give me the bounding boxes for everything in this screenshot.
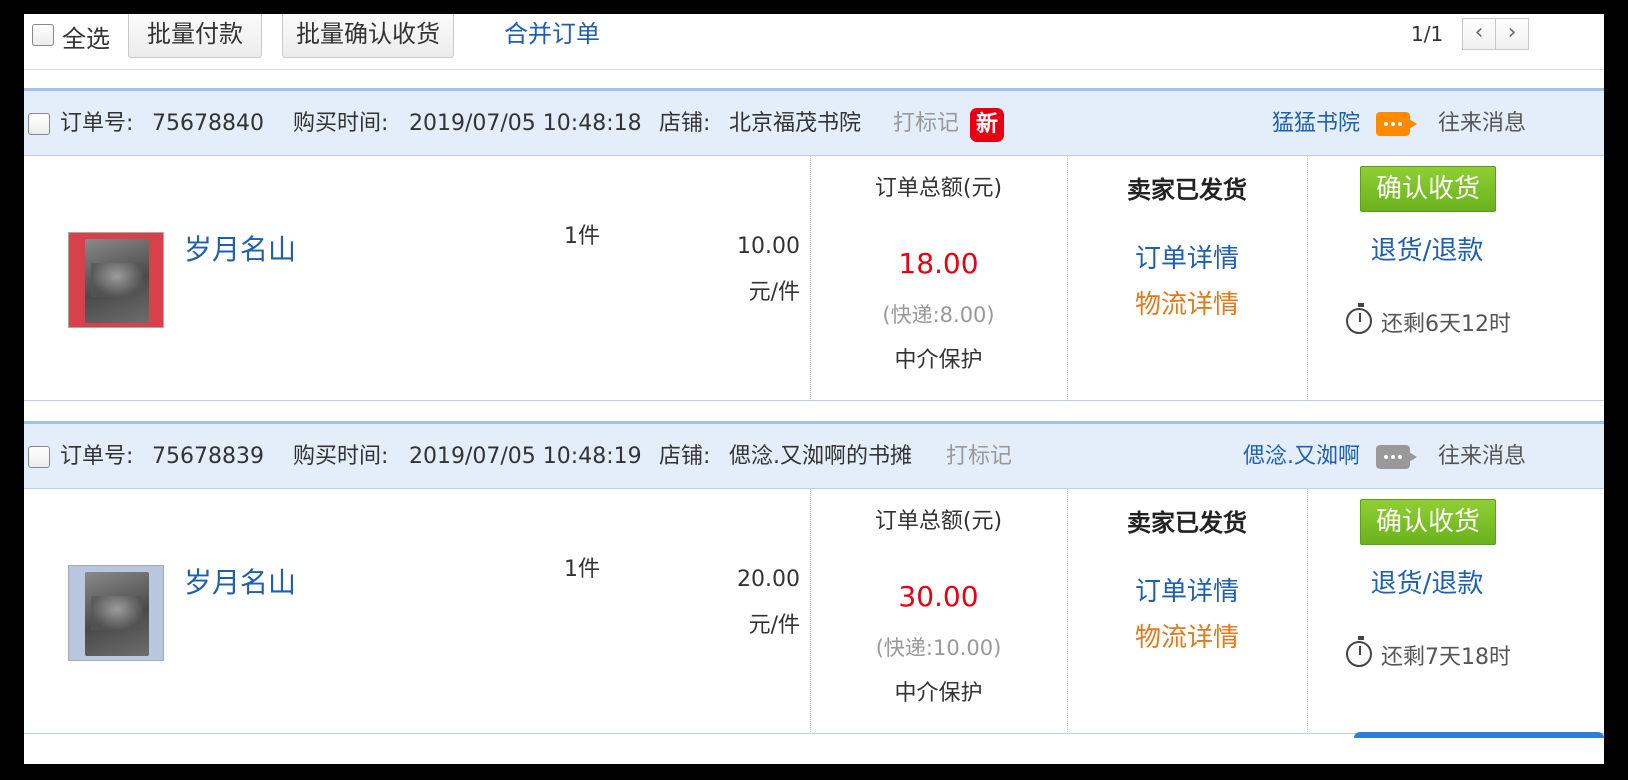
order-detail-link[interactable]: 订单详情 (1067, 242, 1307, 276)
chevron-left-icon: ‹ (1474, 20, 1484, 45)
order-status: 卖家已发货 (1127, 176, 1247, 204)
order-checkbox[interactable] (28, 113, 50, 135)
shipping-fee: (快递:8.00) (882, 303, 995, 327)
select-all-checkbox[interactable] (32, 24, 54, 46)
product-title-link[interactable]: 岁月名山 (184, 565, 296, 601)
order-number-label: 订单号: (60, 444, 134, 469)
timer-icon (1346, 303, 1372, 334)
order-number: 75678839 (152, 444, 264, 469)
quantity: 1件 (564, 224, 600, 249)
shop-name: 偲淰.又洳啊的书摊 (729, 444, 912, 469)
confirm-receipt-button[interactable]: 确认收货 (1360, 499, 1496, 545)
unit-price-suffix: 元/件 (748, 280, 800, 305)
order-checkbox[interactable] (28, 446, 50, 468)
order-status: 卖家已发货 (1127, 509, 1247, 537)
order-detail-link[interactable]: 订单详情 (1067, 575, 1307, 609)
order-total-label: 订单总额(元) (874, 509, 1003, 534)
page-indicator: 1/1 (1411, 22, 1444, 46)
toolbar: 全选 批量付款 批量确认收货 合并订单 1/1 ‹ › (24, 14, 1604, 70)
select-all-label[interactable]: 全选 (62, 22, 110, 56)
shipping-fee: (快递:10.00) (875, 636, 1002, 660)
escrow-protection: 中介保护 (894, 348, 983, 373)
logistics-detail-link[interactable]: 物流详情 (1067, 621, 1307, 655)
refund-link[interactable]: 退货/退款 (1307, 567, 1547, 601)
order-header: 订单号: 75678839 购买时间: 2019/07/05 10:48:19 … (24, 421, 1604, 489)
chevron-right-icon: › (1507, 20, 1517, 45)
product-thumbnail[interactable] (68, 565, 164, 661)
purchase-time: 2019/07/05 10:48:19 (409, 444, 642, 469)
order-total-column: 订单总额(元) 30.00 (快递:10.00) 中介保护 (810, 507, 1067, 709)
order-number: 75678840 (152, 111, 264, 136)
unit-price-suffix: 元/件 (748, 613, 800, 638)
purchase-time: 2019/07/05 10:48:18 (409, 111, 642, 136)
order-list-panel: 全选 批量付款 批量确认收货 合并订单 1/1 ‹ › 订单号: 7567884… (24, 14, 1604, 764)
scroll-indicator[interactable] (1354, 732, 1604, 738)
add-mark-link[interactable]: 打标记 (946, 442, 1012, 472)
seller-name-link[interactable]: 偲淰.又洳啊 (1243, 442, 1360, 472)
order-number-label: 订单号: (60, 111, 134, 136)
messages-link[interactable]: 往来消息 (1438, 442, 1526, 472)
purchase-time-label: 购买时间: (293, 111, 389, 136)
product-thumbnail[interactable] (68, 232, 164, 328)
shop-name: 北京福茂书院 (729, 111, 862, 136)
seller-name-link[interactable]: 猛猛书院 (1272, 109, 1360, 139)
product-title-link[interactable]: 岁月名山 (184, 232, 296, 268)
quantity: 1件 (564, 557, 600, 582)
order-card: 订单号: 75678840 购买时间: 2019/07/05 10:48:18 … (24, 88, 1604, 402)
messages-link[interactable]: 往来消息 (1438, 109, 1526, 139)
order-body: 岁月名山 1件 20.00 元/件 订单总额(元) 30.00 (快递:10.0… (24, 489, 1604, 734)
order-status-column: 卖家已发货 订单详情 物流详情 (1067, 507, 1307, 655)
shop-label: 店铺: (659, 111, 711, 136)
time-remaining: 还剩7天18时 (1381, 645, 1511, 670)
unit-price: 20.00 元/件 (737, 557, 800, 649)
order-total: 18.00 (898, 247, 979, 280)
order-total-column: 订单总额(元) 18.00 (快递:8.00) 中介保护 (810, 174, 1067, 376)
order-card: 订单号: 75678839 购买时间: 2019/07/05 10:48:19 … (24, 421, 1604, 751)
escrow-protection: 中介保护 (894, 681, 983, 706)
batch-pay-button[interactable]: 批量付款 (128, 14, 262, 58)
order-total-label: 订单总额(元) (874, 176, 1003, 201)
batch-confirm-button[interactable]: 批量确认收货 (282, 14, 454, 58)
next-page-button[interactable]: › (1495, 18, 1529, 50)
chat-icon[interactable] (1376, 445, 1417, 469)
new-badge: 新 (970, 108, 1004, 142)
order-header: 订单号: 75678840 购买时间: 2019/07/05 10:48:18 … (24, 88, 1604, 156)
shop-label: 店铺: (659, 444, 711, 469)
purchase-time-label: 购买时间: (293, 444, 389, 469)
time-remaining: 还剩6天12时 (1381, 312, 1511, 337)
logistics-detail-link[interactable]: 物流详情 (1067, 288, 1307, 322)
order-body: 岁月名山 1件 10.00 元/件 订单总额(元) 18.00 (快递:8.00… (24, 156, 1604, 401)
timer-icon (1346, 636, 1372, 667)
unit-price-value: 10.00 (737, 234, 800, 259)
merge-orders-link[interactable]: 合并订单 (504, 16, 600, 52)
chat-icon[interactable] (1376, 112, 1417, 136)
unit-price-value: 20.00 (737, 567, 800, 592)
order-total: 30.00 (898, 580, 979, 613)
order-status-column: 卖家已发货 订单详情 物流详情 (1067, 174, 1307, 322)
unit-price: 10.00 元/件 (737, 224, 800, 316)
add-mark-link[interactable]: 打标记 (893, 109, 959, 139)
refund-link[interactable]: 退货/退款 (1307, 234, 1547, 268)
prev-page-button[interactable]: ‹ (1462, 18, 1496, 50)
confirm-receipt-button[interactable]: 确认收货 (1360, 166, 1496, 212)
